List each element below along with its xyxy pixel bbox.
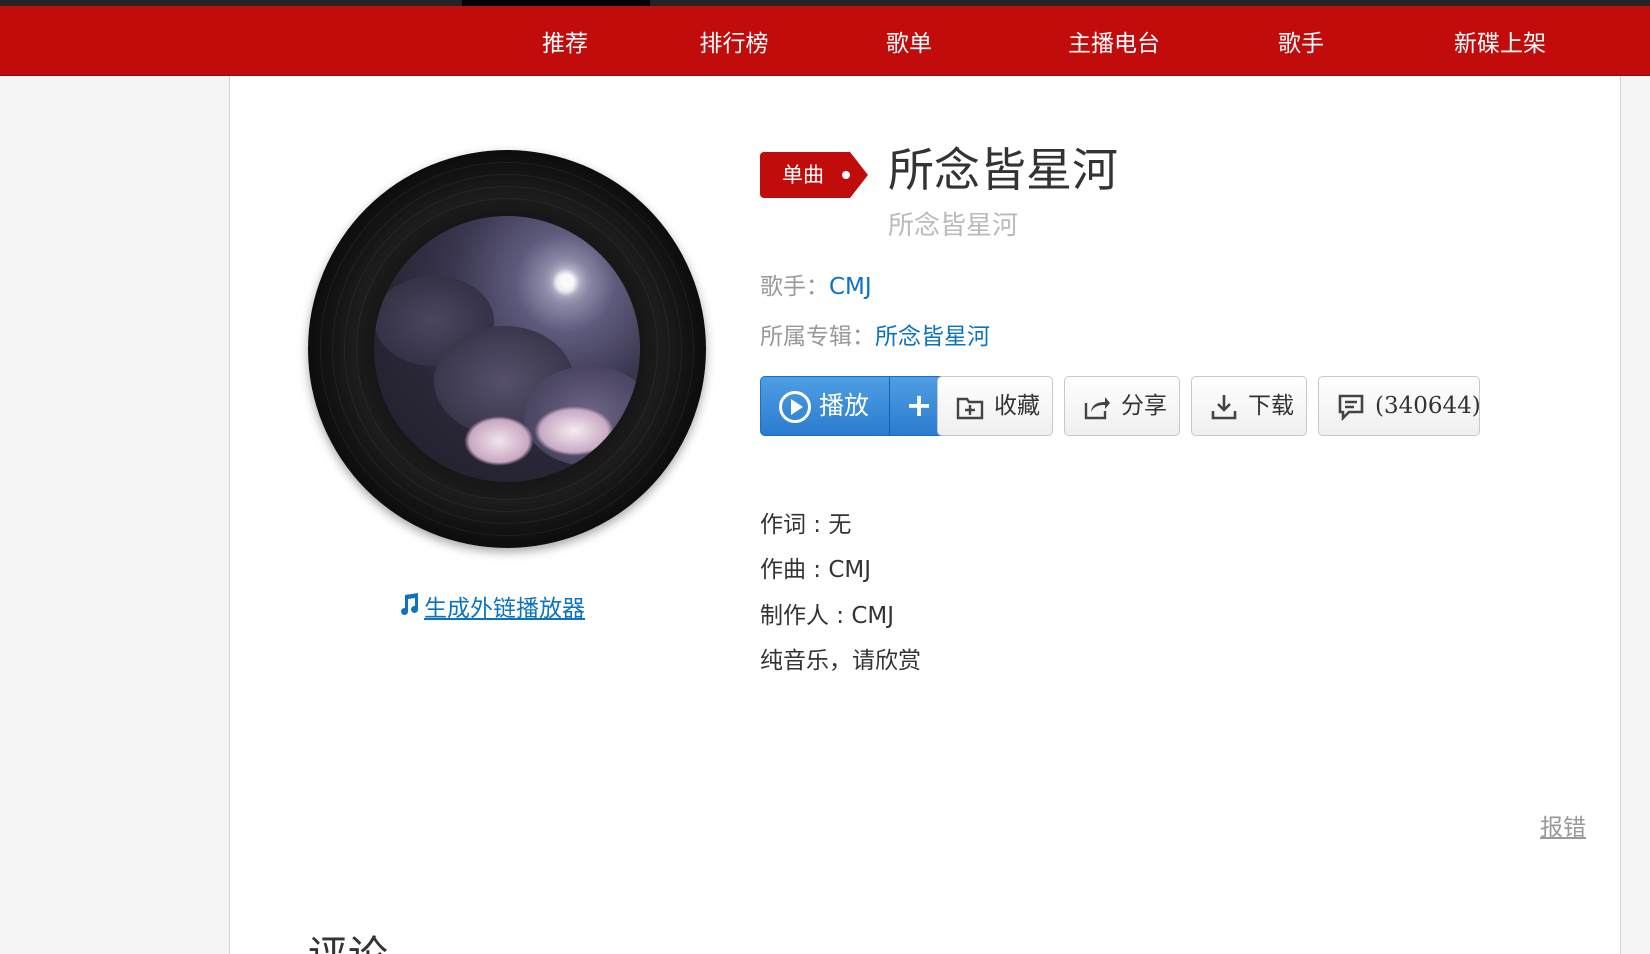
collect-button-label: 收藏 — [994, 393, 1040, 419]
comment-count: (340644) — [1375, 393, 1481, 419]
nav-active-indicator — [462, 0, 650, 6]
song-title: 所念皆星河 — [888, 143, 1118, 197]
lyric-line: 作曲 : CMJ — [760, 557, 872, 583]
album-cover-disc — [308, 150, 706, 548]
artist-link[interactable]: CMJ — [829, 274, 872, 300]
collect-button[interactable]: 收藏 — [937, 376, 1053, 436]
album-label: 所属专辑： — [760, 324, 875, 350]
album-row: 所属专辑：所念皆星河 — [760, 321, 990, 353]
artist-label: 歌手： — [760, 274, 829, 300]
folder-plus-icon — [956, 397, 984, 420]
play-button[interactable]: 播放 — [761, 377, 889, 435]
album-link[interactable]: 所念皆星河 — [875, 324, 990, 350]
nav-item-artists[interactable]: 歌手 — [1266, 26, 1336, 62]
single-badge-label: 单曲 — [782, 163, 824, 187]
download-button[interactable]: 下载 — [1191, 376, 1307, 436]
download-icon — [1211, 395, 1237, 420]
top-nav-bar: 推荐 排行榜 歌单 主播电台 歌手 新碟上架 — [0, 0, 1650, 76]
comments-heading: 评论 — [308, 932, 388, 954]
share-button[interactable]: 分享 — [1064, 376, 1180, 436]
right-margin — [1620, 76, 1650, 954]
share-icon — [1084, 397, 1110, 420]
play-icon — [791, 399, 803, 415]
song-subtitle: 所念皆星河 — [888, 211, 1019, 241]
external-player-label: 生成外链播放器 — [424, 596, 585, 622]
nav-item-charts[interactable]: 排行榜 — [686, 26, 782, 62]
album-cover-image — [374, 216, 640, 482]
left-margin — [0, 76, 229, 954]
music-note-icon — [398, 592, 420, 622]
nav-item-recommend[interactable]: 推荐 — [524, 26, 606, 62]
report-error-link[interactable]: 报错 — [1540, 808, 1586, 842]
nav-item-playlists[interactable]: 歌单 — [874, 26, 944, 62]
play-button-label: 播放 — [819, 391, 870, 420]
share-button-label: 分享 — [1121, 393, 1167, 419]
download-button-label: 下载 — [1248, 393, 1294, 419]
play-button-group: 播放 + — [760, 376, 948, 436]
artist-row: 歌手：CMJ — [760, 271, 872, 303]
lyric-line: 制作人 : CMJ — [760, 603, 895, 629]
lyric-line: 作词 : 无 — [760, 512, 852, 538]
generate-external-player-link[interactable]: 生成外链播放器 — [398, 589, 585, 623]
lyric-line: 纯音乐，请欣赏 — [760, 648, 921, 674]
nav-item-radio[interactable]: 主播电台 — [1052, 26, 1176, 62]
nav-item-new-albums[interactable]: 新碟上架 — [1438, 26, 1562, 62]
comments-button[interactable]: (340644) — [1318, 376, 1481, 436]
comment-icon — [1338, 394, 1364, 421]
